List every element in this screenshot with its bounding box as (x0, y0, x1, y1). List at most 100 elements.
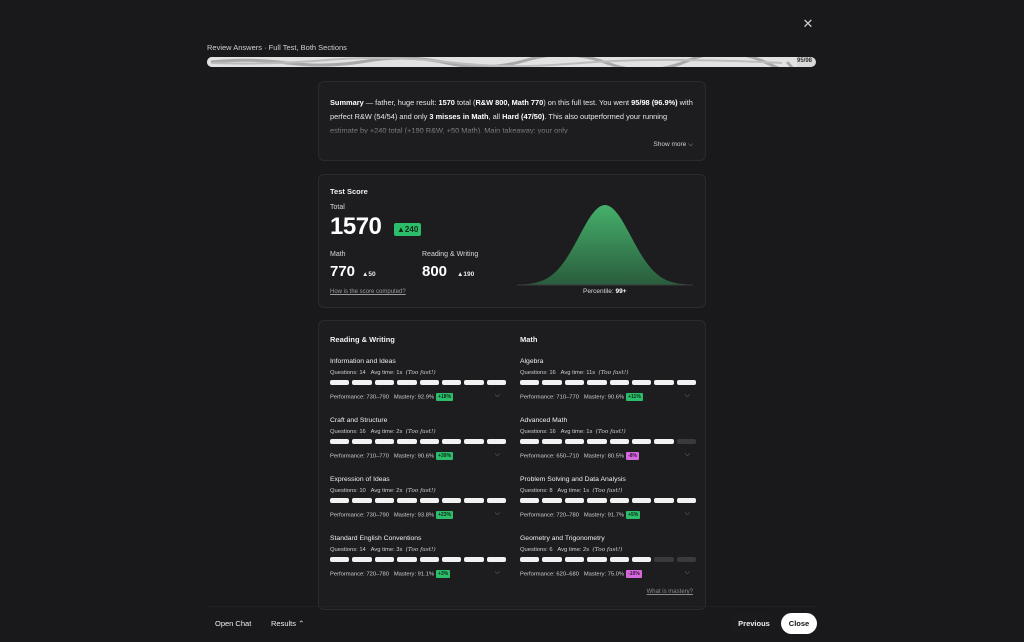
what-is-mastery-link[interactable]: What is mastery? (647, 589, 693, 595)
skill-performance: Performance: 620–680 Mastery: 75.0% -10% (520, 570, 642, 578)
skill-item: Problem Solving and Data Analysis Questio… (520, 476, 696, 532)
mastery-bar (520, 439, 696, 444)
skill-questions: Questions: 16 (520, 429, 556, 435)
mastery-segment (486, 380, 506, 385)
skill-avg-time: Avg time: 1s (557, 488, 590, 494)
mastery-segment (374, 439, 395, 444)
mastery-segment (520, 557, 540, 562)
too-fast-note: (Too fast!) (592, 547, 623, 553)
summary-part: ) on this full test. You went (543, 98, 632, 107)
mastery-segment (374, 498, 395, 503)
mastery-segment (587, 498, 607, 503)
math-delta: ▲50 (362, 271, 376, 278)
close-icon[interactable]: ✕ (800, 16, 816, 32)
mastery-segment (397, 557, 417, 562)
skill-performance: Performance: 720–780 Mastery: 91.7% +5% (520, 511, 641, 519)
summary-part: total ( (454, 98, 476, 107)
skill-name: Problem Solving and Data Analysis (520, 476, 626, 483)
mastery-segment (676, 557, 696, 562)
mastery-segment (609, 380, 629, 385)
mastery-segment (397, 498, 417, 503)
skill-perf-range: Performance: 710–770 (330, 453, 389, 460)
skill-mastery: Mastery: 91.1% (393, 571, 435, 578)
skill-name: Advanced Math (520, 417, 568, 424)
mastery-bar (520, 498, 696, 503)
open-chat-button[interactable]: Open Chat (215, 619, 251, 628)
mastery-segment (609, 557, 629, 562)
previous-button[interactable]: Previous (730, 613, 778, 634)
skill-questions: Questions: 8 (520, 488, 553, 494)
mastery-segment (486, 498, 506, 503)
chevron-down-icon[interactable]: ⌵ (495, 569, 500, 577)
mastery-segment (564, 498, 585, 503)
mastery-bar (330, 557, 506, 562)
how-score-computed-link[interactable]: How is the score computed? (330, 289, 406, 295)
percentile-readout: Percentile: 99+ (583, 288, 627, 295)
mastery-segment (654, 439, 674, 444)
test-score-card: Test Score Total 1570 ▲240 Math 770 ▲50 … (318, 174, 706, 308)
mastery-segment (609, 439, 629, 444)
summary-card: Summary — father, huge result: 1570 tota… (318, 81, 706, 161)
mastery-segment (441, 439, 462, 444)
math-score: 770 (330, 263, 356, 280)
skill-delta-badge: -8% (626, 452, 640, 460)
mastery-segment (352, 439, 372, 444)
skill-name: Standard English Conventions (330, 535, 422, 542)
skill-mastery: Mastery: 91.7% (583, 512, 625, 519)
percentile-label: Percentile: (583, 288, 614, 295)
mastery-segment (631, 380, 652, 385)
chevron-down-icon[interactable]: ⌵ (495, 451, 500, 459)
mastery-segment (587, 439, 607, 444)
chevron-down-icon[interactable]: ⌵ (685, 451, 690, 459)
skill-questions: Questions: 10 (330, 488, 366, 494)
mastery-segment (486, 439, 506, 444)
skill-questions: Questions: 14 (330, 370, 366, 376)
skill-item: Craft and Structure Questions: 16 Avg tim… (330, 417, 506, 473)
rw-column-title: Reading & Writing (330, 335, 395, 344)
mastery-segment (676, 380, 696, 385)
skill-delta-badge: -10% (626, 570, 642, 578)
too-fast-note: (Too fast!) (595, 429, 626, 435)
mastery-segment (564, 557, 585, 562)
results-button[interactable]: Results ⌃ (271, 619, 304, 628)
too-fast-note: (Too fast!) (405, 547, 436, 553)
show-more-button[interactable]: Show more ⌵ (653, 141, 693, 149)
chevron-down-icon[interactable]: ⌵ (495, 392, 500, 400)
mastery-segment (609, 498, 629, 503)
mastery-segment (374, 380, 395, 385)
chevron-down-icon[interactable]: ⌵ (685, 510, 690, 518)
mastery-segment (631, 557, 652, 562)
math-column-title: Math (520, 335, 538, 344)
skill-performance: Performance: 720–780 Mastery: 91.1% +3% (330, 570, 451, 578)
close-button[interactable]: Close (781, 613, 817, 634)
rw-delta: ▲190 (457, 271, 475, 278)
chevron-down-icon[interactable]: ⌵ (495, 510, 500, 518)
mastery-segment (520, 380, 540, 385)
skill-name: Geometry and Trigonometry (520, 535, 605, 542)
mastery-segment (542, 557, 562, 562)
skills-card: Reading & Writing Math Information and I… (318, 320, 706, 610)
skill-meta: Questions: 10 Avg time: 2s (Too fast!) (330, 488, 436, 494)
chevron-down-icon[interactable]: ⌵ (685, 392, 690, 400)
progress-bar: 95/98 (207, 57, 816, 67)
mastery-segment (419, 380, 439, 385)
mastery-segment (676, 498, 696, 503)
progress-track (207, 57, 816, 67)
skill-meta: Questions: 14 Avg time: 3s (Too fast!) (330, 547, 436, 553)
mastery-segment (542, 380, 562, 385)
mastery-segment (464, 498, 484, 503)
mastery-segment (654, 498, 674, 503)
skill-delta-badge: +11% (626, 393, 643, 401)
skill-mastery: Mastery: 75.0% (583, 571, 625, 578)
too-fast-note: (Too fast!) (405, 370, 436, 376)
percentile-curve (517, 205, 693, 286)
mastery-segment (374, 557, 395, 562)
mastery-segment (631, 498, 652, 503)
skill-delta-badge: +3% (436, 570, 451, 578)
mastery-segment (419, 557, 439, 562)
skill-meta: Questions: 6 Avg time: 2s (Too fast!) (520, 547, 622, 553)
summary-fade (330, 120, 696, 136)
skill-delta-badge: +18% (436, 393, 454, 401)
mastery-segment (397, 439, 417, 444)
chevron-down-icon[interactable]: ⌵ (685, 569, 690, 577)
